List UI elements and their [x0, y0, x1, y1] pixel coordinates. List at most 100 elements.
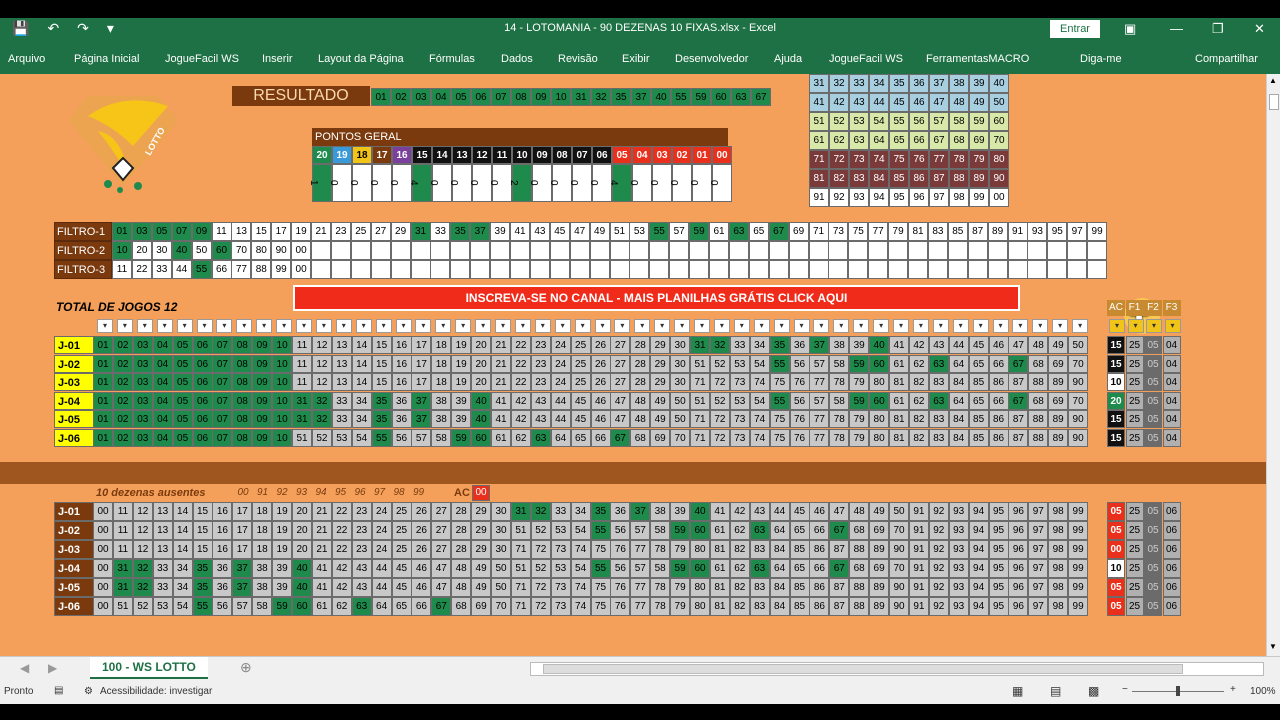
game-number: 23: [351, 502, 372, 521]
ribbon-tab[interactable]: Revisão: [558, 53, 598, 65]
vertical-scrollbar[interactable]: ▲ ▼: [1266, 74, 1280, 656]
filter-dropdown-icon[interactable]: ▾: [574, 319, 591, 333]
filter-dropdown-icon[interactable]: ▾: [952, 319, 969, 333]
zoom-level[interactable]: 100%: [1250, 686, 1276, 697]
ribbon-tab[interactable]: Arquivo: [8, 53, 45, 65]
filter-dropdown-icon[interactable]: ▾: [932, 319, 949, 333]
normal-view-icon[interactable]: ▦: [1012, 684, 1023, 698]
ribbon-tab[interactable]: Fórmulas: [429, 53, 475, 65]
accessibility-icon[interactable]: ⚙: [84, 686, 93, 697]
filter-dropdown-icon[interactable]: ▾: [853, 319, 870, 333]
scroll-up-icon[interactable]: ▲: [1269, 76, 1277, 85]
filter-dropdown-icon[interactable]: ▾: [534, 319, 551, 333]
ribbon-tab[interactable]: Dados: [501, 53, 533, 65]
subscribe-banner[interactable]: INSCREVA-SE NO CANAL - MAIS PLANILHAS GR…: [293, 285, 1020, 311]
game-number: 26: [411, 521, 432, 540]
filter-dropdown-icon[interactable]: ▾: [773, 319, 790, 333]
ribbon-tab[interactable]: JogueFacil WS: [829, 53, 903, 65]
minimize-icon[interactable]: —: [1170, 21, 1183, 36]
ribbon-display-icon[interactable]: ▣: [1124, 21, 1136, 37]
filter-dropdown-icon[interactable]: ▾: [813, 319, 830, 333]
stat-dropdown-icon[interactable]: ▾: [1146, 319, 1162, 333]
stat-dropdown-icon[interactable]: ▾: [1109, 319, 1125, 333]
filter-dropdown-icon[interactable]: ▾: [873, 319, 890, 333]
filter-dropdown-icon[interactable]: ▾: [136, 319, 153, 333]
filter-dropdown-icon[interactable]: ▾: [554, 319, 571, 333]
prev-sheet-icon[interactable]: ◀: [20, 661, 29, 675]
filter-dropdown-icon[interactable]: ▾: [355, 319, 372, 333]
filter-dropdown-icon[interactable]: ▾: [694, 319, 710, 333]
filter-dropdown-icon[interactable]: ▾: [972, 319, 989, 333]
zoom-in-icon[interactable]: +: [1230, 684, 1236, 695]
maximize-icon[interactable]: ❐: [1212, 21, 1224, 37]
scroll-thumb[interactable]: [1269, 94, 1279, 110]
filter-dropdown-icon[interactable]: ▾: [176, 319, 193, 333]
h-scroll-thumb[interactable]: [543, 664, 1183, 674]
ribbon-tab[interactable]: Diga-me: [1080, 53, 1122, 65]
macro-record-icon[interactable]: ▤: [54, 685, 63, 696]
ribbon-tab[interactable]: Desenvolvedor: [675, 53, 748, 65]
zoom-slider-thumb[interactable]: [1176, 686, 1180, 696]
filter-dropdown-icon[interactable]: ▾: [1052, 319, 1069, 333]
filter-dropdown-icon[interactable]: ▾: [196, 319, 213, 333]
filter-dropdown-icon[interactable]: ▾: [753, 319, 770, 333]
ribbon-tab[interactable]: FerramentasMACRO: [926, 53, 1029, 65]
filter-dropdown-icon[interactable]: ▾: [793, 319, 810, 333]
filter-dropdown-icon[interactable]: ▾: [375, 319, 392, 333]
filter-dropdown-icon[interactable]: ▾: [713, 319, 730, 333]
close-icon[interactable]: ✕: [1254, 21, 1265, 37]
ribbon-tab[interactable]: Inserir: [262, 53, 293, 65]
stat-dropdown-icon[interactable]: ▾: [1127, 319, 1144, 333]
filter-dropdown-icon[interactable]: ▾: [514, 319, 531, 333]
filter-dropdown-icon[interactable]: ▾: [1032, 319, 1049, 333]
filter-dropdown-icon[interactable]: ▾: [654, 319, 671, 333]
ribbon-tab[interactable]: Exibir: [622, 53, 650, 65]
zoom-out-icon[interactable]: −: [1122, 684, 1128, 695]
ribbon-tab[interactable]: JogueFacil WS: [165, 53, 239, 65]
sign-in-button[interactable]: Entrar: [1050, 20, 1100, 38]
filter-dropdown-icon[interactable]: ▾: [97, 319, 113, 333]
add-sheet-icon[interactable]: ⊕: [240, 659, 252, 676]
game-number: 16: [212, 502, 233, 521]
filter-dropdown-icon[interactable]: ▾: [614, 319, 631, 333]
filter-dropdown-icon[interactable]: ▾: [435, 319, 452, 333]
ribbon-tab[interactable]: Compartilhar: [1195, 53, 1258, 65]
filter-dropdown-icon[interactable]: ▾: [833, 319, 850, 333]
ribbon-tab[interactable]: Ajuda: [774, 53, 802, 65]
filter-dropdown-icon[interactable]: ▾: [495, 319, 511, 333]
filter-dropdown-icon[interactable]: ▾: [475, 319, 492, 333]
scroll-down-icon[interactable]: ▼: [1269, 642, 1277, 651]
filter-dropdown-icon[interactable]: ▾: [594, 319, 611, 333]
filter-dropdown-icon[interactable]: ▾: [236, 319, 253, 333]
filter-dropdown-icon[interactable]: ▾: [335, 319, 352, 333]
filter-dropdown-icon[interactable]: ▾: [256, 319, 273, 333]
filter-dropdown-icon[interactable]: ▾: [992, 319, 1009, 333]
sheet-tab-ws-lotto[interactable]: 100 - WS LOTTO: [90, 657, 208, 679]
ribbon-tab[interactable]: Layout da Página: [318, 53, 404, 65]
next-sheet-icon[interactable]: ▶: [48, 661, 57, 675]
filter-dropdown-icon[interactable]: ▾: [276, 319, 293, 333]
filter-dropdown-icon[interactable]: ▾: [395, 319, 412, 333]
page-layout-icon[interactable]: ▤: [1050, 684, 1061, 698]
accessibility-status[interactable]: Acessibilidade: investigar: [100, 686, 212, 697]
filter-dropdown-icon[interactable]: ▾: [733, 319, 750, 333]
page-break-icon[interactable]: ▩: [1088, 684, 1099, 698]
filter-dropdown-icon[interactable]: ▾: [912, 319, 929, 333]
filter-dropdown-icon[interactable]: ▾: [216, 319, 233, 333]
ribbon-tab[interactable]: Página Inicial: [74, 53, 139, 65]
filter-dropdown-icon[interactable]: ▾: [156, 319, 173, 333]
filter-dropdown-icon[interactable]: ▾: [1012, 319, 1029, 333]
stat-dropdown-icon[interactable]: ▾: [1164, 319, 1181, 333]
filter-dropdown-icon[interactable]: ▾: [415, 319, 432, 333]
filter-dropdown-icon[interactable]: ▾: [893, 319, 909, 333]
filter-dropdown-icon[interactable]: ▾: [634, 319, 651, 333]
filter-dropdown-icon[interactable]: ▾: [315, 319, 332, 333]
filter-dropdown-icon[interactable]: ▾: [116, 319, 133, 333]
filter-dropdown-icon[interactable]: ▾: [1072, 319, 1089, 333]
filter-dropdown-icon[interactable]: ▾: [296, 319, 312, 333]
horizontal-scrollbar[interactable]: [530, 662, 1264, 676]
filter-dropdown-icon[interactable]: ▾: [455, 319, 472, 333]
worksheet[interactable]: LOTTO RESULTADO PONTOS GERAL TOTAL DE JO…: [0, 74, 1266, 656]
game-number: 39: [670, 502, 691, 521]
filter-dropdown-icon[interactable]: ▾: [674, 319, 691, 333]
